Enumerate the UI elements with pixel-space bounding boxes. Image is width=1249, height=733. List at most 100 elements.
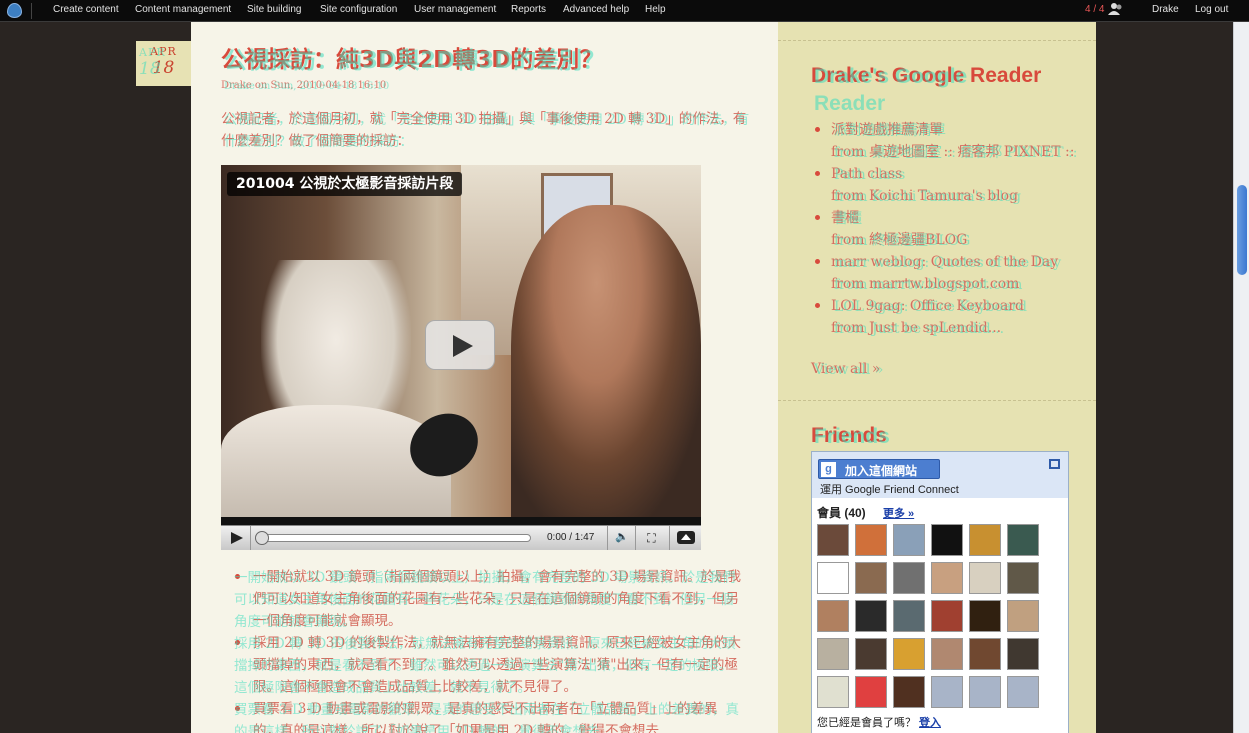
menu-user-management[interactable]: User management bbox=[414, 4, 496, 15]
video-scene-person bbox=[511, 205, 701, 517]
reader-item: Path class from Koichi Tamura's blog bbox=[811, 163, 1081, 208]
member-avatar[interactable] bbox=[855, 600, 887, 632]
member-avatar[interactable] bbox=[893, 676, 925, 708]
video-caption: 201004 公視於太極影音採訪片段 bbox=[227, 172, 463, 196]
video-frame[interactable]: 201004 公視於太極影音採訪片段 bbox=[221, 165, 701, 517]
post-bullet-list: 一開始就以 3D 鏡頭（指兩個鏡頭以上）拍攝，會有完整的 3D 場景資訊。於是我… bbox=[231, 566, 741, 733]
date-month: APR bbox=[136, 45, 191, 59]
reader-item-source: from marrtw.blogspot.com bbox=[831, 273, 1081, 296]
post-date-badge: APR 18 bbox=[136, 41, 191, 86]
big-play-button[interactable] bbox=[425, 320, 495, 370]
toolbar-divider bbox=[31, 3, 32, 19]
users-icon[interactable] bbox=[1108, 2, 1124, 16]
member-avatar[interactable] bbox=[931, 676, 963, 708]
member-avatar[interactable] bbox=[893, 562, 925, 594]
admin-user-area: 4 / 4 Drake Log out bbox=[1079, 2, 1249, 18]
vertical-scrollbar[interactable] bbox=[1233, 22, 1249, 733]
popout-icon[interactable] bbox=[1049, 459, 1060, 469]
member-avatar[interactable] bbox=[969, 524, 1001, 556]
menu-advanced-help[interactable]: Advanced help bbox=[563, 4, 629, 15]
login-link[interactable]: 登入 bbox=[919, 714, 941, 730]
seek-bar[interactable] bbox=[257, 534, 531, 542]
menu-help[interactable]: Help bbox=[645, 4, 666, 15]
reader-list: 派對遊戲推薦清單 from 桌遊地圖室 :: 痞客邦 PIXNET :: Pat… bbox=[811, 119, 1081, 340]
menu-site-configuration[interactable]: Site configuration bbox=[320, 4, 397, 15]
member-avatar[interactable] bbox=[931, 524, 963, 556]
date-day: 18 bbox=[136, 58, 191, 79]
reader-item-source: from Koichi Tamura's blog bbox=[831, 185, 1081, 208]
member-avatar[interactable] bbox=[969, 638, 1001, 670]
friend-connect-header: g 加入這個網站 運用 Google Friend Connect bbox=[812, 452, 1068, 498]
reader-item: marr weblog: Quotes of the Day from marr… bbox=[811, 251, 1081, 296]
member-avatar[interactable] bbox=[893, 600, 925, 632]
seek-knob[interactable] bbox=[255, 531, 269, 545]
volume-icon[interactable] bbox=[607, 526, 633, 550]
member-avatar[interactable] bbox=[969, 676, 1001, 708]
member-avatar[interactable] bbox=[1007, 562, 1039, 594]
reader-block-title: Drake's Google Reader bbox=[811, 62, 1042, 117]
members-more-link[interactable]: 更多 » bbox=[883, 505, 914, 521]
member-avatar[interactable] bbox=[817, 600, 849, 632]
menu-create-content[interactable]: Create content bbox=[53, 4, 119, 15]
play-icon[interactable] bbox=[221, 526, 251, 550]
fullscreen-icon[interactable]: ⛶ bbox=[635, 526, 667, 550]
friend-connect-subtitle: 運用 Google Friend Connect bbox=[820, 484, 959, 496]
post-intro: 公視記者，於這個月初，就「完全使用 3D 拍攝」與「事後使用 2D 轉 3D」的… bbox=[221, 108, 751, 153]
user-name-link[interactable]: Drake bbox=[1152, 4, 1179, 15]
friend-connect-widget: g 加入這個網站 運用 Google Friend Connect 會員 (40… bbox=[811, 451, 1069, 733]
torn-edge bbox=[778, 40, 1096, 43]
google-icon: g bbox=[821, 462, 836, 477]
video-time: 0:00 / 1:47 bbox=[547, 532, 595, 543]
already-member-text: 您已經是會員了嗎？ bbox=[817, 717, 916, 729]
member-avatar[interactable] bbox=[855, 562, 887, 594]
member-avatar[interactable] bbox=[931, 638, 963, 670]
member-avatar[interactable] bbox=[1007, 524, 1039, 556]
member-avatar[interactable] bbox=[893, 524, 925, 556]
list-item: 採用 2D 轉 3D 的後製作法，就無法擁有完整的場景資訊。原來已經被女主角的大… bbox=[231, 632, 741, 699]
menu-content-management[interactable]: Content management bbox=[135, 4, 231, 15]
scrollbar-thumb[interactable] bbox=[1237, 185, 1247, 275]
reader-item: 書櫃 from 終極邊疆BLOG bbox=[811, 207, 1081, 252]
join-site-button[interactable]: g 加入這個網站 bbox=[818, 459, 940, 479]
member-avatar[interactable] bbox=[1007, 600, 1039, 632]
member-avatar[interactable] bbox=[931, 600, 963, 632]
member-avatar[interactable] bbox=[969, 562, 1001, 594]
member-avatar[interactable] bbox=[1007, 638, 1039, 670]
main-content: 公視採訪：純3D與2D轉3D的差別？ Drake on Sun, 2010-04… bbox=[191, 22, 778, 733]
reader-item-title[interactable]: LOL 9gag: Office Keyboard bbox=[831, 295, 1081, 318]
reader-item-source: from 桌遊地圖室 :: 痞客邦 PIXNET :: bbox=[831, 141, 1081, 164]
member-avatar[interactable] bbox=[855, 638, 887, 670]
list-item: 買票看 3-D 動畫或電影的觀眾，是真的感受不出兩者在「立體品質」上的差異的，真… bbox=[231, 698, 741, 733]
join-site-label: 加入這個網站 bbox=[845, 464, 918, 478]
list-item: 一開始就以 3D 鏡頭（指兩個鏡頭以上）拍攝，會有完整的 3D 場景資訊。於是我… bbox=[231, 566, 741, 633]
video-menu-icon[interactable] bbox=[669, 526, 701, 550]
page-background bbox=[1096, 22, 1233, 733]
reader-item-title[interactable]: 書櫃 bbox=[831, 207, 1081, 230]
member-avatar[interactable] bbox=[817, 524, 849, 556]
reader-item-source: from 終極邊疆BLOG bbox=[831, 229, 1081, 252]
logout-link[interactable]: Log out bbox=[1195, 4, 1228, 15]
member-avatar[interactable] bbox=[817, 562, 849, 594]
reader-view-all-link[interactable]: View all » bbox=[811, 361, 884, 378]
member-avatar[interactable] bbox=[969, 600, 1001, 632]
member-avatar[interactable] bbox=[855, 524, 887, 556]
reader-item-title[interactable]: 派對遊戲推薦清單 bbox=[831, 119, 1081, 142]
drupal-logo-icon[interactable] bbox=[7, 3, 22, 18]
menu-reports[interactable]: Reports bbox=[511, 4, 546, 15]
reader-item-title[interactable]: marr weblog: Quotes of the Day bbox=[831, 251, 1081, 274]
reader-item: 派對遊戲推薦清單 from 桌遊地圖室 :: 痞客邦 PIXNET :: bbox=[811, 119, 1081, 164]
member-avatar[interactable] bbox=[931, 562, 963, 594]
video-player[interactable]: 201004 公視於太極影音採訪片段 0:00 / 1:47 ⛶ bbox=[221, 165, 701, 550]
member-avatar[interactable] bbox=[817, 676, 849, 708]
menu-site-building[interactable]: Site building bbox=[247, 4, 301, 15]
members-count: 會員 (40) bbox=[817, 506, 866, 520]
video-controls: 0:00 / 1:47 ⛶ bbox=[221, 525, 701, 550]
post-title[interactable]: 公視採訪：純3D與2D轉3D的差別？ bbox=[221, 40, 606, 75]
member-avatar[interactable] bbox=[817, 638, 849, 670]
member-avatar[interactable] bbox=[893, 638, 925, 670]
friends-block-title: Friends bbox=[811, 424, 890, 449]
reader-item-title[interactable]: Path class bbox=[831, 163, 1081, 186]
member-avatar[interactable] bbox=[855, 676, 887, 708]
online-users-count: 4 / 4 bbox=[1085, 4, 1105, 15]
member-avatar[interactable] bbox=[1007, 676, 1039, 708]
